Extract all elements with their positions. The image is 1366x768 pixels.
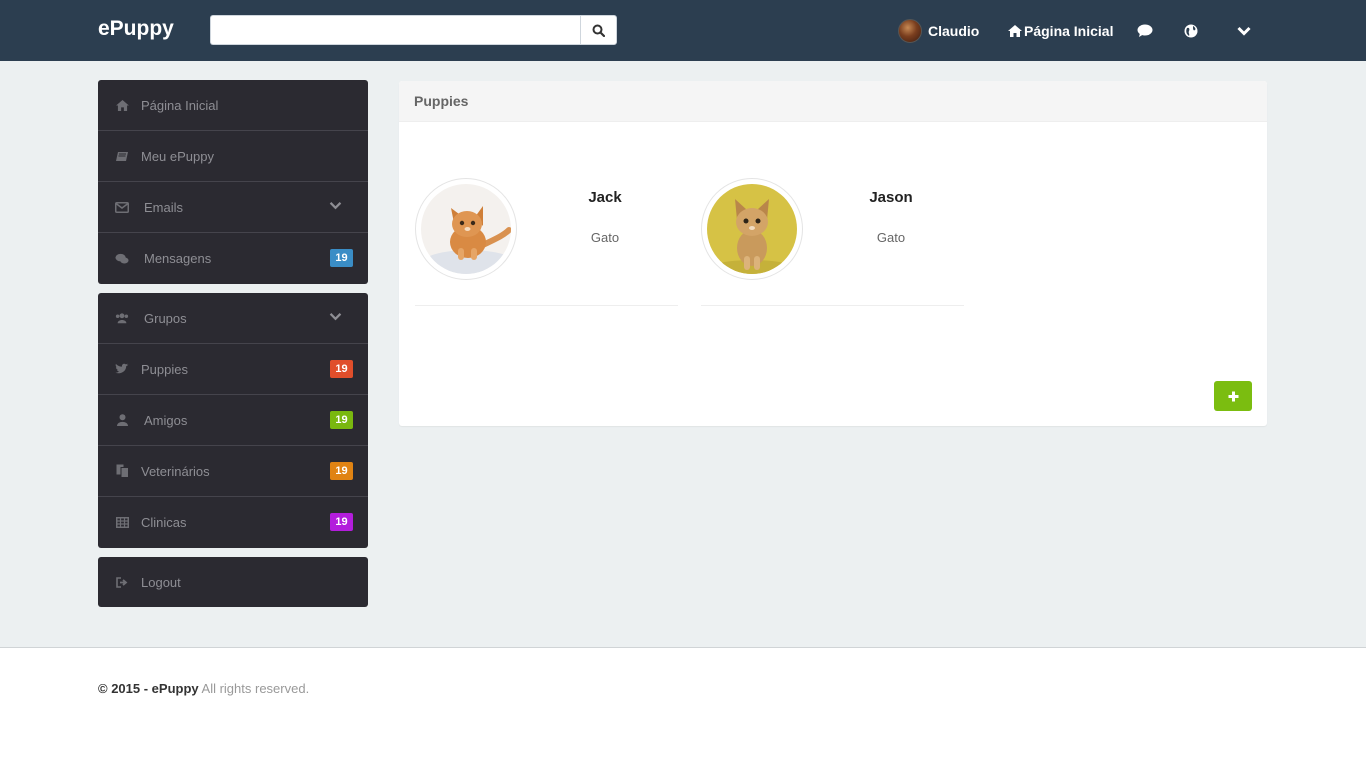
sidebar-groups: Grupos Puppies 19 Amigos 19 Veterinários… <box>98 293 368 548</box>
sidebar-item-label: Página Inicial <box>141 97 219 113</box>
search-button[interactable] <box>580 15 617 45</box>
pet-card[interactable]: Jason Gato <box>701 178 964 306</box>
search-input[interactable] <box>210 15 580 45</box>
sidebar-logout: Logout <box>98 557 368 607</box>
sidebar-item-grupos[interactable]: Grupos <box>98 293 368 344</box>
chat-bubble-icon <box>1137 24 1153 37</box>
avatar <box>898 18 922 43</box>
dropdown-toggle[interactable] <box>1237 0 1251 61</box>
sidebar-item-meu-epuppy[interactable]: Meu ePuppy <box>98 131 368 182</box>
twitter-bird-icon <box>115 362 129 376</box>
comments-icon <box>115 252 129 266</box>
home-link-label: Página Inicial <box>1024 22 1114 39</box>
copy-icon <box>115 464 129 478</box>
sidebar-item-home[interactable]: Página Inicial <box>98 80 368 131</box>
puppies-panel: Puppies Jack Gato Jason Gato <box>399 81 1267 426</box>
pet-card[interactable]: Jack Gato <box>415 178 678 306</box>
sidebar-item-mensagens[interactable]: Mensagens 19 <box>98 233 368 284</box>
sidebar-item-veterinarios[interactable]: Veterinários 19 <box>98 446 368 497</box>
top-navbar: ePuppy Claudio Página Inicial <box>0 0 1366 61</box>
sidebar-item-label: Logout <box>141 574 181 590</box>
kitten-photo <box>421 184 511 274</box>
users-icon <box>115 311 129 325</box>
pet-photo[interactable] <box>701 178 803 280</box>
envelope-icon <box>115 200 129 214</box>
count-badge: 19 <box>330 513 353 531</box>
footer-rights: All rights reserved. <box>201 681 310 696</box>
user-icon <box>115 413 129 427</box>
sidebar-item-emails[interactable]: Emails <box>98 182 368 233</box>
chevron-down-icon[interactable] <box>329 312 342 321</box>
main-area: Página Inicial Meu ePuppy Emails Mensage… <box>0 61 1366 648</box>
count-badge: 19 <box>330 249 353 267</box>
footer: © 2015 - ePuppy All rights reserved. <box>98 681 309 696</box>
table-icon <box>115 516 129 530</box>
home-link[interactable]: Página Inicial <box>1008 0 1113 61</box>
logout-button[interactable]: Logout <box>98 557 368 607</box>
kitten-photo <box>707 184 797 274</box>
pet-type: Gato <box>876 230 906 245</box>
footer-copyright: © 2015 - ePuppy <box>98 681 199 696</box>
add-pet-button[interactable] <box>1214 381 1252 411</box>
home-icon <box>1008 24 1022 37</box>
globe-icon <box>1184 24 1198 37</box>
pet-type: Gato <box>590 230 620 245</box>
brand-logo[interactable]: ePuppy <box>98 17 174 41</box>
count-badge: 19 <box>330 462 353 480</box>
sidebar-item-clinicas[interactable]: Clinicas 19 <box>98 497 368 548</box>
panel-title: Puppies <box>399 81 1267 122</box>
plus-icon <box>1228 391 1238 401</box>
sidebar-menu: Página Inicial Meu ePuppy Emails Mensage… <box>98 80 368 284</box>
count-badge: 19 <box>330 360 353 378</box>
chevron-down-icon[interactable] <box>329 201 342 210</box>
sidebar-item-label: Meu ePuppy <box>141 148 214 164</box>
sidebar-item-amigos[interactable]: Amigos 19 <box>98 395 368 446</box>
user-name: Claudio <box>928 22 980 39</box>
book-icon <box>115 149 129 163</box>
pet-name[interactable]: Jason <box>851 189 931 206</box>
pet-name[interactable]: Jack <box>565 189 645 206</box>
home-icon <box>115 98 129 112</box>
count-badge: 19 <box>330 411 353 429</box>
sidebar-item-puppies[interactable]: Puppies 19 <box>98 344 368 395</box>
search-bar <box>210 15 617 45</box>
messages-button[interactable] <box>1137 0 1153 61</box>
sign-out-icon <box>115 575 129 589</box>
chevron-down-icon <box>1237 26 1251 36</box>
user-menu[interactable]: Claudio <box>898 0 979 61</box>
search-icon <box>592 24 605 37</box>
pet-photo[interactable] <box>415 178 517 280</box>
globe-button[interactable] <box>1184 0 1198 61</box>
